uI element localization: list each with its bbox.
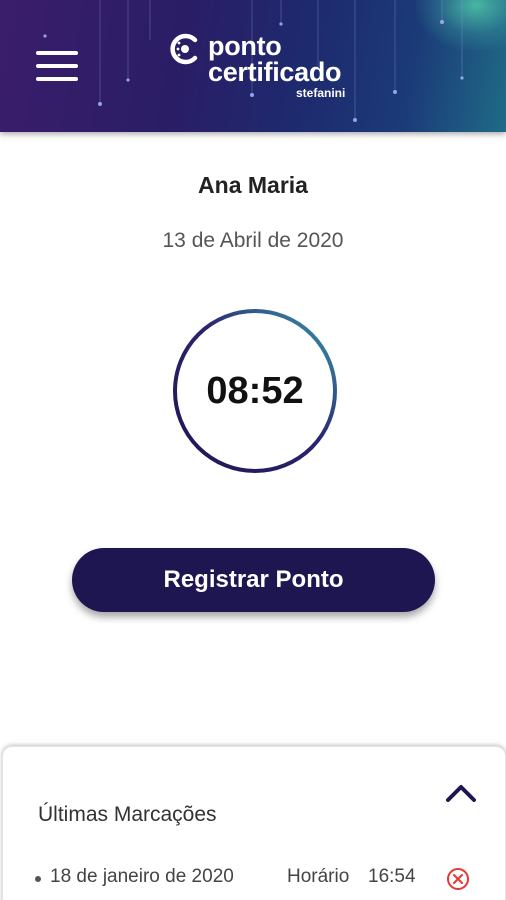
logo-text-stefanini: stefanini [296, 86, 346, 100]
current-date: 13 de Abril de 2020 [162, 229, 344, 252]
logo-text-certificado: certificado [208, 57, 342, 87]
ponto-certificado-logo-icon [170, 33, 198, 65]
hamburger-menu-icon[interactable] [30, 45, 82, 87]
bullet-icon [35, 876, 41, 882]
chevron-up-icon[interactable] [442, 778, 480, 808]
menu-bar [36, 77, 78, 81]
entry-time: 16:54 [368, 866, 416, 887]
clock-display: 08:52 [172, 308, 338, 474]
menu-bar [36, 51, 78, 55]
app-header: ponto certificado stefanini [0, 0, 506, 132]
close-circle-icon[interactable] [446, 867, 470, 891]
register-punch-button[interactable]: Registrar Ponto [72, 548, 435, 612]
clock-time: 08:52 [206, 369, 304, 412]
recent-entries-title: Últimas Marcações [38, 803, 217, 826]
menu-bar [36, 64, 78, 68]
user-name: Ana Maria [198, 172, 308, 198]
app-screen: ponto certificado stefanini Ana Maria 13… [0, 0, 506, 900]
app-logo: ponto certificado stefanini [168, 30, 368, 110]
entry-time-label: Horário [287, 866, 350, 887]
entry-date: 18 de janeiro de 2020 [50, 866, 234, 887]
list-item: 18 de janeiro de 2020 Horário 16:54 [0, 862, 506, 894]
